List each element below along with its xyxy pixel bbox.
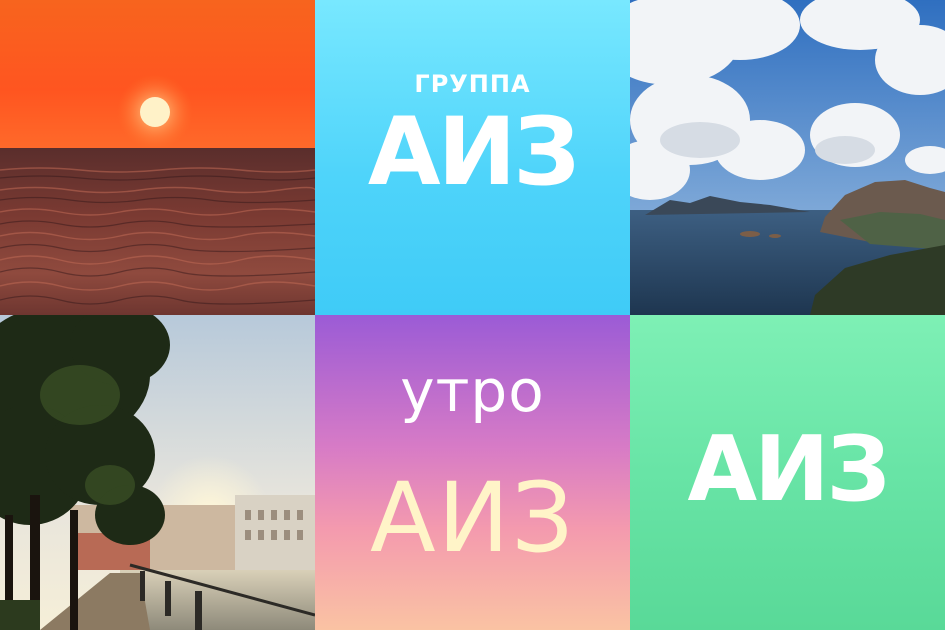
morning-label: утро bbox=[400, 357, 545, 425]
brand-name: АИЗ bbox=[687, 417, 891, 522]
group-logo-tile: ГРУППА АИЗ bbox=[315, 0, 630, 315]
coast-photo bbox=[630, 0, 945, 315]
image-grid: ГРУППА АИЗ утро АИЗ АИЗ bbox=[0, 0, 945, 630]
sun-shape bbox=[140, 97, 170, 127]
brand-name: АИЗ bbox=[367, 98, 580, 207]
brand-logo-tile: АИЗ bbox=[630, 315, 945, 630]
embankment-photo bbox=[0, 315, 315, 630]
coast-illustration bbox=[630, 0, 945, 315]
morning-logo-tile: утро АИЗ bbox=[315, 315, 630, 630]
brand-name: АИЗ bbox=[369, 462, 576, 574]
embankment-illustration bbox=[0, 315, 315, 630]
sunset-sea-illustration bbox=[0, 0, 315, 315]
group-label: ГРУППА bbox=[414, 70, 531, 98]
sunset-sea-photo bbox=[0, 0, 315, 315]
